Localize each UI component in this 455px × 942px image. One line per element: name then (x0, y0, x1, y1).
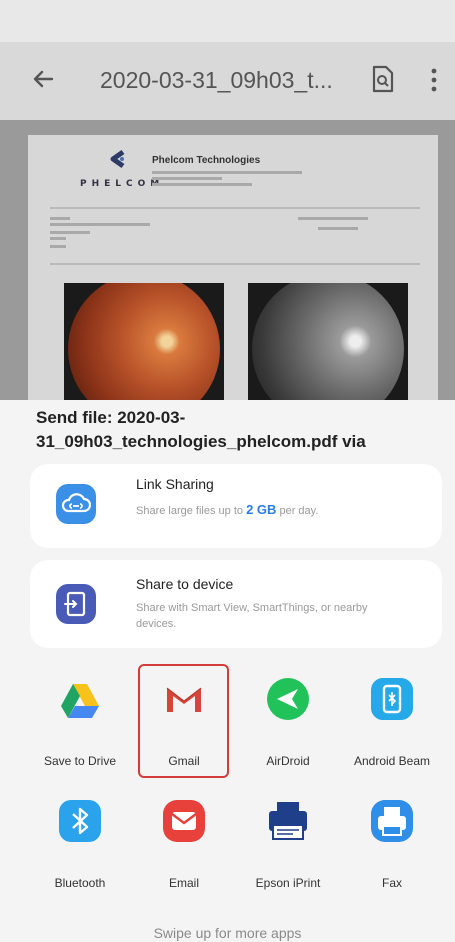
company-name: Phelcom Technologies (152, 155, 261, 166)
fundus-redfree-image (248, 283, 408, 403)
link-sharing-option[interactable]: Link Sharing Share large files up to 2 G… (30, 464, 442, 548)
screen: 2020-03-31_09h03_t... PHELCOM Phelcom Te… (0, 0, 455, 942)
patient-line (50, 237, 66, 240)
address-line (152, 183, 252, 186)
patient-line (50, 223, 150, 226)
fundus-color-image (64, 283, 224, 403)
back-arrow-icon[interactable] (28, 64, 58, 94)
document-title: 2020-03-31_09h03_t... (100, 67, 333, 93)
share-to-device-desc: Share with Smart View, SmartThings, or n… (136, 602, 368, 630)
phelcom-logo-icon (110, 149, 125, 169)
airdroid-icon (267, 678, 309, 720)
date-line (318, 227, 358, 230)
document-search-icon[interactable] (370, 64, 396, 94)
address-line (152, 177, 222, 180)
share-to-device-option[interactable]: Share to device Share with Smart View, S… (30, 560, 442, 648)
patient-line (50, 217, 70, 220)
cloud-link-icon (56, 484, 96, 524)
epson-printer-icon (269, 802, 307, 840)
address-line (152, 171, 302, 174)
gmail-selection-highlight (138, 664, 229, 778)
app-bar: 2020-03-31_09h03_t... (0, 42, 455, 120)
divider (50, 207, 420, 209)
app-bluetooth[interactable]: Bluetooth (30, 790, 130, 910)
app-fax[interactable]: Fax (342, 790, 442, 910)
patient-line (50, 245, 66, 248)
app-android-beam[interactable]: Android Beam (342, 668, 442, 788)
fax-icon (371, 800, 413, 842)
app-email[interactable]: Email (134, 790, 234, 910)
app-epson-iprint[interactable]: Epson iPrint (238, 790, 338, 910)
date-line (298, 217, 368, 220)
divider (50, 263, 420, 265)
app-save-to-drive[interactable]: Save to Drive (30, 668, 130, 788)
bluetooth-icon (59, 800, 101, 842)
android-beam-icon (371, 678, 413, 720)
share-to-device-title: Share to device (136, 576, 234, 592)
link-sharing-title: Link Sharing (136, 476, 214, 492)
swipe-up-hint: Swipe up for more apps (153, 925, 302, 941)
app-airdroid[interactable]: AirDroid (238, 668, 338, 788)
share-sheet-title: Send file: 2020-03-31_09h03_technologies… (36, 408, 366, 451)
patient-line (50, 231, 90, 234)
share-device-icon (56, 584, 96, 624)
link-sharing-desc: Share large files up to 2 GB per day. (136, 502, 319, 517)
phelcom-logo: PHELCOM (80, 149, 159, 199)
google-drive-icon (61, 684, 99, 718)
email-icon (163, 800, 205, 842)
more-vert-icon[interactable] (428, 66, 440, 94)
document-page: PHELCOM Phelcom Technologies (28, 135, 438, 415)
